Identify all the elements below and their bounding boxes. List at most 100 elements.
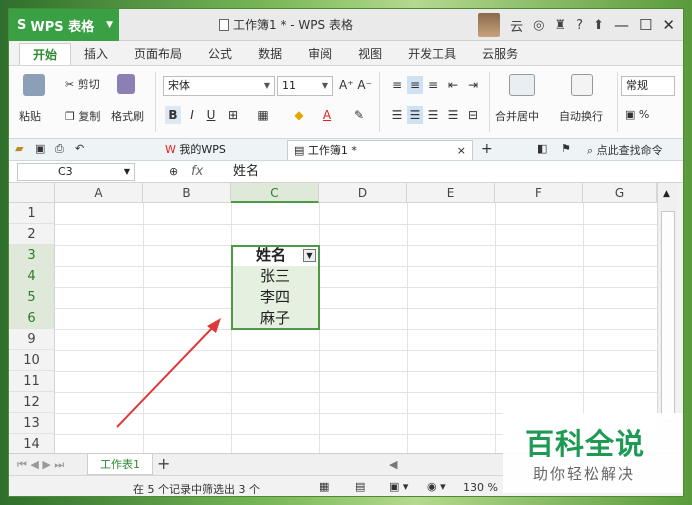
print-icon[interactable]: ⎙	[55, 142, 64, 156]
tab-review[interactable]: 审阅	[295, 43, 345, 65]
formula-bar: C3 ▼ ⊕ fx 姓名	[9, 161, 683, 183]
currency-icon: ▣	[625, 108, 639, 121]
paste-icon[interactable]	[23, 74, 45, 96]
tab-insert[interactable]: 插入	[71, 43, 121, 65]
wrap-icon[interactable]	[571, 74, 593, 96]
currency-button[interactable]: ▣ %	[625, 108, 649, 121]
title-bar: S WPS 表格 ▼ 工作簿1 * - WPS 表格 云 ◎ ♜ ? ⬆ — ☐…	[9, 9, 683, 41]
paste-button[interactable]: 粘贴	[19, 108, 41, 124]
undo-icon[interactable]: ↶	[75, 142, 84, 155]
document-tab-bar: ▰ ▣ ⎙ ↶ W 我的WPS ▤ 工作簿1 * × + ◧ ⚑ ⌕ 点此查找命…	[9, 139, 683, 161]
title-controls: 云 ◎ ♜ ? ⬆ — ☐ ✕	[478, 9, 675, 41]
brush-icon[interactable]	[117, 74, 135, 94]
format-painter-button[interactable]: 格式刷	[111, 108, 144, 124]
scissors-icon: ✂	[65, 78, 78, 91]
shirt-icon[interactable]: ♜	[555, 18, 567, 33]
underline-button[interactable]: U	[203, 106, 219, 124]
align-bottom-icon[interactable]: ≡	[425, 76, 441, 94]
chevron-down-icon: ▼	[106, 20, 114, 30]
copy-icon: ❐	[65, 110, 79, 123]
app-menu-button[interactable]: S WPS 表格 ▼	[9, 9, 119, 41]
clear-format-icon[interactable]: ✎	[351, 106, 367, 124]
align-right-icon[interactable]: ☰	[425, 106, 441, 124]
font-name-select[interactable]: 宋体 ▼	[163, 76, 275, 96]
page-view-icon[interactable]: ▤	[355, 480, 365, 493]
zoom-formula-icon[interactable]: ⊕	[169, 165, 178, 178]
divider	[617, 72, 618, 132]
justify-icon[interactable]: ☰	[445, 106, 461, 124]
align-top-icon[interactable]: ≡	[389, 76, 405, 94]
bold-button[interactable]: B	[165, 106, 181, 124]
tab-formulas[interactable]: 公式	[195, 43, 245, 65]
sheet-file-icon: ▤	[294, 144, 308, 157]
watermark-title: 百科全说	[525, 427, 646, 461]
font-size-select[interactable]: 11 ▼	[277, 76, 333, 96]
save-icon[interactable]: ▣	[35, 142, 45, 155]
align-middle-icon[interactable]: ≡	[407, 76, 423, 94]
normal-view-icon[interactable]: ▦	[319, 480, 329, 493]
command-search[interactable]: ⌕ 点此查找命令	[587, 142, 663, 158]
number-format-select[interactable]: 常规	[621, 76, 675, 96]
scroll-up-icon[interactable]: ▲	[663, 189, 670, 199]
font-grow-button[interactable]: A⁺ A⁻	[339, 78, 372, 92]
watermark-subtitle: 助你轻松解决	[533, 465, 636, 483]
maximize-button[interactable]: ☐	[639, 16, 652, 34]
open-folder-icon[interactable]: ▰	[15, 142, 23, 155]
tab-home[interactable]: 开始	[19, 43, 72, 65]
tab-developer[interactable]: 开发工具	[395, 43, 469, 65]
fill-color-icon[interactable]: ◆	[291, 106, 307, 124]
tab-cloud[interactable]: 云服务	[469, 43, 531, 65]
tab-view[interactable]: 视图	[345, 43, 395, 65]
eye-icon[interactable]: ◉ ▾	[427, 480, 446, 493]
avatar[interactable]	[478, 13, 501, 37]
distribute-icon[interactable]: ⊟	[465, 106, 481, 124]
sheet-tab-active[interactable]: 工作表1	[87, 454, 153, 475]
help-button[interactable]: ?	[576, 18, 583, 33]
share-icon[interactable]: ◧	[537, 142, 547, 155]
align-left-icon[interactable]: ☰	[389, 106, 405, 124]
layout-icon[interactable]: ▣ ▾	[389, 480, 408, 493]
user-label[interactable]: 云	[510, 16, 523, 35]
italic-button[interactable]: I	[184, 106, 200, 124]
divider	[489, 72, 490, 132]
close-tab-icon[interactable]: ×	[457, 141, 466, 161]
wps-w-icon: W	[165, 143, 180, 156]
skin-icon[interactable]: ◎	[533, 18, 544, 33]
search-icon: ⌕	[587, 144, 597, 157]
wrap-text-button[interactable]: 自动换行	[559, 108, 603, 124]
hscroll-left-icon[interactable]: ◀	[389, 458, 397, 471]
align-center-icon[interactable]: ☰	[407, 106, 423, 124]
wps-logo-icon: S	[17, 17, 27, 33]
minimize-button[interactable]: —	[614, 16, 629, 34]
pin-icon[interactable]: ⬆	[593, 18, 604, 33]
scrollbar-thumb[interactable]	[661, 211, 675, 421]
add-sheet-button[interactable]: +	[157, 454, 170, 475]
tab-page-layout[interactable]: 页面布局	[121, 43, 195, 65]
tab-workbook[interactable]: ▤ 工作簿1 * ×	[287, 140, 473, 160]
copy-button[interactable]: ❐ 复制	[65, 108, 100, 124]
window-title: 工作簿1 * - WPS 表格	[219, 9, 353, 41]
watermark-logo: 百科全说 助你轻松解决	[503, 413, 683, 493]
cut-button[interactable]: ✂ 剪切	[65, 76, 100, 92]
fx-label[interactable]: fx	[191, 161, 203, 183]
fill-pattern-icon[interactable]: ▦	[255, 106, 271, 124]
merge-icon[interactable]	[509, 74, 535, 96]
border-icon[interactable]: ⊞	[225, 106, 241, 124]
merge-center-button[interactable]: 合并居中	[495, 108, 539, 124]
indent-increase-icon[interactable]: ⇥	[465, 76, 481, 94]
tab-data[interactable]: 数据	[245, 43, 295, 65]
indent-decrease-icon[interactable]: ⇤	[445, 76, 461, 94]
zoom-level[interactable]: 130 %	[463, 481, 498, 494]
font-color-button[interactable]: A	[319, 106, 335, 124]
formula-input[interactable]: 姓名	[233, 161, 259, 183]
close-button[interactable]: ✕	[662, 16, 675, 34]
document-icon	[219, 19, 229, 31]
divider	[155, 72, 156, 132]
ribbon-toolbar: 粘贴 ✂ 剪切 ❐ 复制 格式刷 宋体 ▼ 11 ▼ A⁺ A⁻ B I U ⊞ ▦…	[9, 65, 683, 139]
filter-status: 在 5 个记录中筛选出 3 个	[133, 483, 260, 496]
tab-my-wps[interactable]: W 我的WPS	[159, 140, 232, 160]
sheet-nav-icon[interactable]: ⏮ ◀ ▶ ⏭	[17, 458, 64, 472]
name-box[interactable]: C3 ▼	[17, 163, 135, 181]
new-tab-button[interactable]: +	[481, 141, 493, 157]
flag-icon[interactable]: ⚑	[561, 142, 571, 155]
